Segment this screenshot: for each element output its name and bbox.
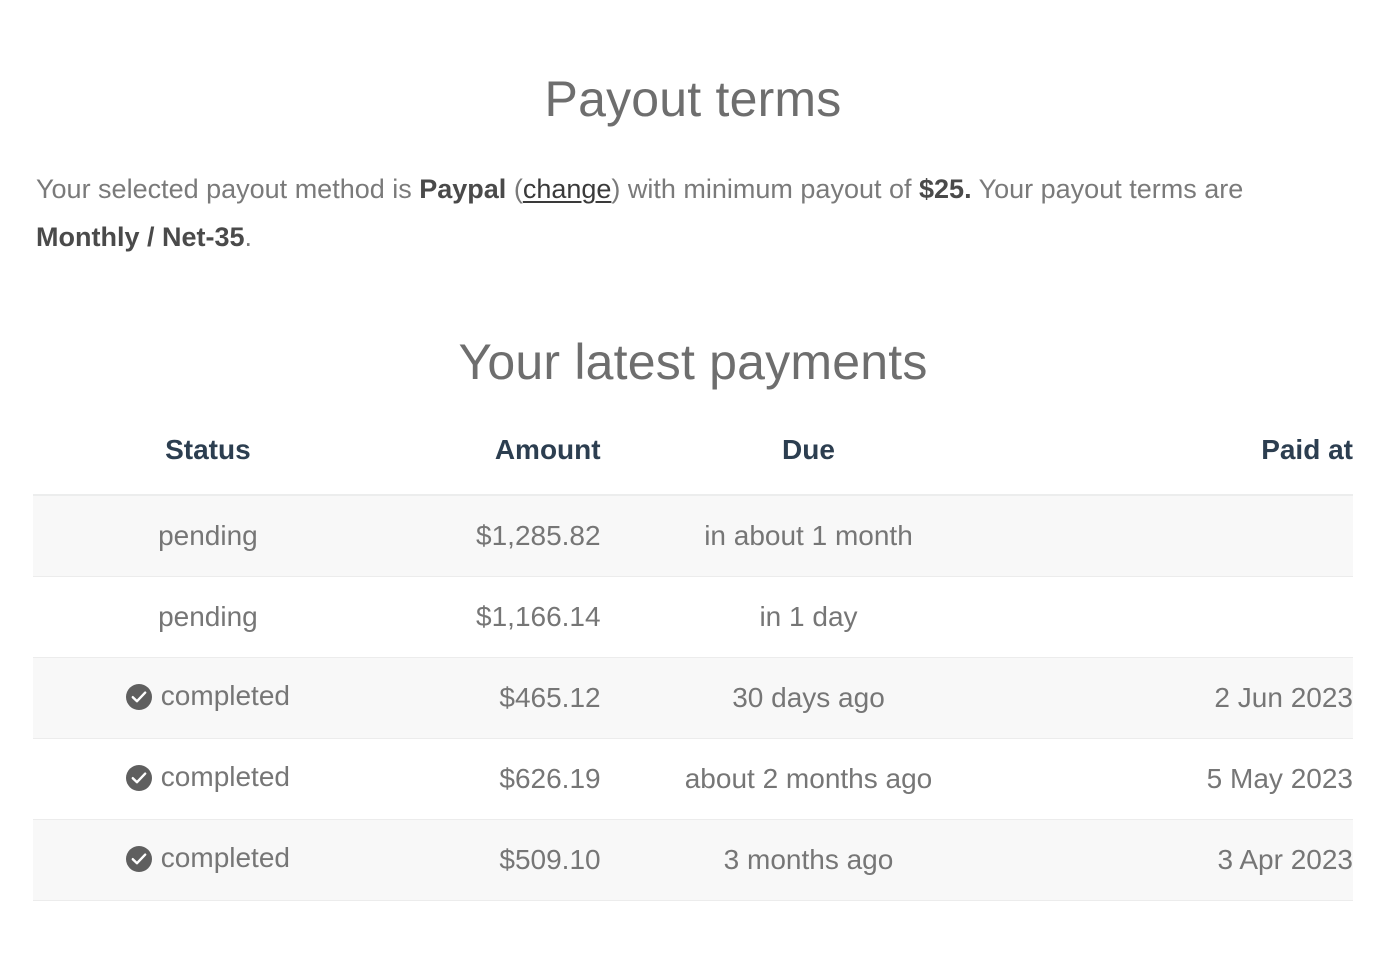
status-label: completed bbox=[160, 761, 290, 793]
status-badge: pending bbox=[158, 520, 258, 552]
column-header-due: Due bbox=[600, 434, 1017, 497]
payments-table-container: Status Amount Due Paid at pending $1,285.… bbox=[0, 390, 1386, 902]
cell-paid-at: 3 Apr 2023 bbox=[1016, 819, 1353, 902]
table-row: completed $626.19 about 2 months ago 5 May … bbox=[33, 738, 1353, 821]
cell-amount: $1,285.82 bbox=[382, 495, 601, 578]
table-row: pending $1,285.82 in about 1 month bbox=[33, 495, 1353, 578]
payments-table: Status Amount Due Paid at pending $1,285.… bbox=[33, 434, 1353, 902]
intro-text-part3: Your payout terms are bbox=[971, 174, 1244, 204]
intro-open-paren: ( bbox=[506, 174, 523, 204]
cell-amount: $1,166.14 bbox=[382, 576, 601, 659]
status-badge: pending bbox=[158, 601, 258, 633]
check-circle-icon bbox=[125, 765, 152, 792]
intro-text-part4: . bbox=[244, 222, 253, 253]
payments-table-head: Status Amount Due Paid at bbox=[33, 434, 1353, 497]
intro-text-part1: Your selected payout method is bbox=[36, 174, 420, 204]
status-badge: completed bbox=[125, 842, 290, 874]
status-label: pending bbox=[158, 520, 258, 552]
cell-status: pending bbox=[33, 576, 383, 659]
intro-text-part2: ) with minimum payout of bbox=[611, 174, 920, 204]
column-header-status: Status bbox=[33, 434, 383, 497]
column-header-paid-at: Paid at bbox=[1016, 434, 1353, 497]
cell-status: completed bbox=[33, 819, 383, 902]
payout-method-summary: Your selected payout method is Paypal (c… bbox=[0, 127, 1386, 261]
latest-payments-title: Your latest payments bbox=[458, 334, 928, 391]
cell-paid-at: 5 May 2023 bbox=[1016, 738, 1353, 821]
column-header-amount: Amount bbox=[382, 434, 601, 497]
cell-amount: $626.19 bbox=[382, 738, 601, 821]
cell-paid-at bbox=[1016, 576, 1353, 659]
payments-table-body: pending $1,285.82 in about 1 month pending $… bbox=[33, 495, 1353, 902]
cell-due: in 1 day bbox=[600, 576, 1017, 659]
status-label: completed bbox=[160, 842, 290, 874]
change-payout-method-link[interactable]: change bbox=[523, 174, 612, 204]
check-circle-icon bbox=[125, 684, 152, 711]
cell-status: completed bbox=[33, 738, 383, 821]
page-title: Payout terms bbox=[544, 71, 842, 127]
payout-method-value: Paypal bbox=[419, 174, 507, 204]
table-header-row: Status Amount Due Paid at bbox=[33, 434, 1353, 497]
status-label: pending bbox=[158, 601, 258, 633]
cell-paid-at: 2 Jun 2023 bbox=[1016, 657, 1353, 740]
cell-paid-at bbox=[1016, 495, 1353, 578]
cell-amount: $509.10 bbox=[382, 819, 601, 902]
cell-due: 3 months ago bbox=[600, 819, 1017, 902]
minimum-payout-value: $25. bbox=[919, 174, 972, 204]
cell-status: pending bbox=[33, 495, 383, 578]
cell-amount: $465.12 bbox=[382, 657, 601, 740]
cell-due: 30 days ago bbox=[600, 657, 1017, 740]
table-row: completed $465.12 30 days ago 2 Jun 2023 bbox=[33, 657, 1353, 740]
table-row: completed $509.10 3 months ago 3 Apr 2023 bbox=[33, 819, 1353, 902]
cell-due: about 2 months ago bbox=[600, 738, 1017, 821]
status-badge: completed bbox=[125, 761, 290, 793]
table-row: pending $1,166.14 in 1 day bbox=[33, 576, 1353, 659]
payout-terms-page: Payout terms Your selected payout method… bbox=[0, 0, 1386, 978]
status-label: completed bbox=[160, 680, 290, 712]
cell-status: completed bbox=[33, 657, 383, 740]
status-badge: completed bbox=[125, 680, 290, 712]
cell-due: in about 1 month bbox=[600, 495, 1017, 578]
payout-terms-value: Monthly / Net-35 bbox=[36, 222, 245, 253]
check-circle-icon bbox=[125, 846, 152, 873]
